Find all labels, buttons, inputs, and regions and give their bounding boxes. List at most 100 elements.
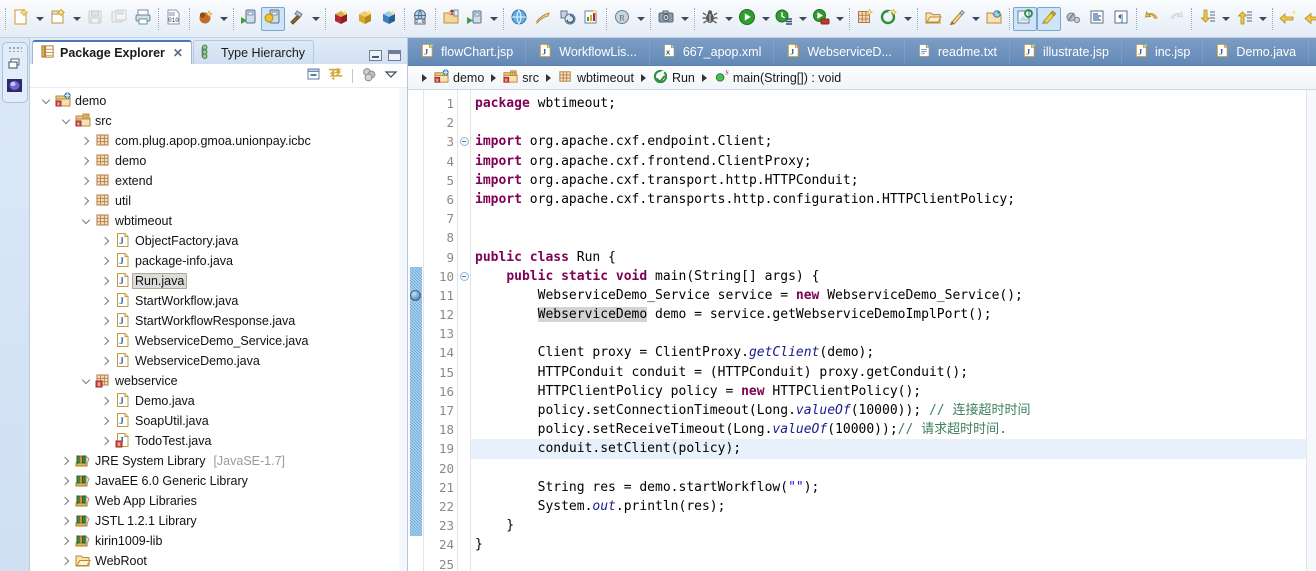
run-dropdown-arrow[interactable] xyxy=(759,7,772,31)
code-text[interactable]: package wbtimeout; import org.apache.cxf… xyxy=(471,90,1316,571)
fold-marker-slot[interactable] xyxy=(458,401,470,420)
editor-tab[interactable]: J WorkflowLis... xyxy=(526,38,650,65)
code-line[interactable]: import org.apache.cxf.transport.http.HTT… xyxy=(471,171,1316,190)
close-icon[interactable]: ✕ xyxy=(173,46,183,60)
code-line[interactable]: Client proxy = ClientProxy.getClient(dem… xyxy=(471,343,1316,362)
javadoc-button[interactable]: R xyxy=(610,7,634,31)
show-formatting-button[interactable]: ¶ xyxy=(1109,7,1133,31)
run-history-dropdown-arrow[interactable] xyxy=(796,7,809,31)
tree-item[interactable]: WebRoot xyxy=(30,551,407,571)
chevron-right-icon[interactable] xyxy=(98,331,114,351)
tree-item[interactable]: x src xyxy=(30,111,407,131)
code-line[interactable]: public static void main(String[] args) { xyxy=(471,267,1316,286)
fold-marker-slot[interactable] xyxy=(458,286,470,305)
tree-item[interactable]: J StartWorkflowResponse.java xyxy=(30,311,407,331)
run-history-button[interactable] xyxy=(772,7,796,31)
tree-item[interactable]: Jpackage-info.java xyxy=(30,251,407,271)
chevron-right-icon[interactable] xyxy=(78,171,94,191)
code-line[interactable]: } xyxy=(471,535,1316,554)
publish-button[interactable] xyxy=(531,7,555,31)
breadcrumb-item[interactable]: Smain(String[]) : void xyxy=(714,69,841,87)
fold-marker-slot[interactable] xyxy=(458,478,470,497)
view-menu-filters-button[interactable] xyxy=(361,66,377,85)
debug-dropdown-arrow[interactable] xyxy=(722,7,735,31)
import-project-button[interactable] xyxy=(439,7,463,31)
new-ant-build-button[interactable] xyxy=(193,7,217,31)
editor-tab[interactable]: x 667_apop.xml xyxy=(650,38,775,65)
tree-item[interactable]: J StartWorkflow.java xyxy=(30,291,407,311)
code-line[interactable]: } xyxy=(471,516,1316,535)
tree-item[interactable]: J SoapUtil.java xyxy=(30,411,407,431)
print-button[interactable] xyxy=(131,7,155,31)
chevron-right-icon[interactable] xyxy=(98,231,114,251)
tree-item[interactable]: Web App Libraries xyxy=(30,491,407,511)
folding-ruler[interactable] xyxy=(458,90,471,571)
code-line[interactable] xyxy=(471,209,1316,228)
new-java-class-dropdown-arrow[interactable] xyxy=(70,7,83,31)
tree-vertical-scrollbar[interactable] xyxy=(399,88,407,571)
web20-tools-button[interactable]: 2.0 xyxy=(408,7,432,31)
open-task-dropdown-arrow[interactable] xyxy=(969,7,982,31)
chevron-right-icon[interactable] xyxy=(98,311,114,331)
tree-item[interactable]: JavaEE 6.0 Generic Library xyxy=(30,471,407,491)
run-coverage-button[interactable] xyxy=(809,7,833,31)
open-task-button[interactable] xyxy=(945,7,969,31)
build-hammer-dropdown-arrow[interactable] xyxy=(309,7,322,31)
fold-marker-slot[interactable] xyxy=(458,420,470,439)
editor-tab[interactable]: J WebserviceD... xyxy=(774,38,905,65)
code-line[interactable]: String res = demo.startWorkflow(""); xyxy=(471,478,1316,497)
tree-item[interactable]: extend xyxy=(30,171,407,191)
code-line[interactable]: WebserviceDemo demo = service.getWebserv… xyxy=(471,305,1316,324)
tree-item[interactable]: x webservice xyxy=(30,371,407,391)
new-wizard-dropdown-arrow[interactable] xyxy=(33,7,46,31)
breadcrumb-item[interactable]: x demo xyxy=(434,68,484,87)
run-button[interactable] xyxy=(735,7,759,31)
editor-tab[interactable]: J Demo.java xyxy=(1203,38,1310,65)
refresh-server-button[interactable] xyxy=(555,7,579,31)
chevron-right-icon[interactable] xyxy=(78,151,94,171)
view-tab-package-explorer[interactable]: Package Explorer ✕ xyxy=(32,40,192,64)
fold-marker-slot[interactable] xyxy=(458,516,470,535)
fold-marker-slot[interactable] xyxy=(458,363,470,382)
code-line[interactable] xyxy=(471,459,1316,478)
collapse-all-button[interactable] xyxy=(306,66,322,85)
tree-item[interactable]: J WebserviceDemo_Service.java xyxy=(30,331,407,351)
code-line[interactable]: import org.apache.cxf.transports.http.co… xyxy=(471,190,1316,209)
chevron-right-icon[interactable] xyxy=(78,191,94,211)
code-line[interactable]: policy.setConnectionTimeout(Long.valueOf… xyxy=(471,401,1316,420)
new-annotation-button[interactable] xyxy=(877,7,901,31)
breadcrumb-item[interactable]: Run xyxy=(653,69,695,87)
link-with-editor-button[interactable] xyxy=(1013,6,1037,31)
chevron-right-icon[interactable] xyxy=(98,351,114,371)
tree-item[interactable]: wbtimeout xyxy=(30,211,407,231)
fold-collapse-icon[interactable] xyxy=(459,271,469,281)
tree-item[interactable]: J WebserviceDemo.java xyxy=(30,351,407,371)
tree-item[interactable]: demo xyxy=(30,151,407,171)
code-line[interactable] xyxy=(471,324,1316,343)
minimize-icon[interactable] xyxy=(369,50,382,61)
javadoc-dropdown-arrow[interactable] xyxy=(634,7,647,31)
save-button[interactable] xyxy=(83,7,107,31)
editor-tab[interactable]: readme.txt xyxy=(905,38,1010,65)
fold-marker-slot[interactable] xyxy=(458,535,470,554)
chevron-right-icon[interactable] xyxy=(58,511,74,531)
tree-item[interactable]: x demo xyxy=(30,91,407,111)
fold-marker-slot[interactable] xyxy=(458,132,470,151)
search-button[interactable] xyxy=(982,7,1006,31)
code-line[interactable] xyxy=(471,228,1316,247)
run-deploy-button[interactable] xyxy=(463,7,487,31)
next-annotation-button[interactable] xyxy=(1195,7,1219,31)
code-line[interactable]: WebserviceDemo_Service service = new Web… xyxy=(471,286,1316,305)
code-line[interactable]: HTTPConduit conduit = (HTTPConduit) prox… xyxy=(471,363,1316,382)
view-menu-button[interactable] xyxy=(383,66,399,85)
chevron-right-icon[interactable] xyxy=(58,551,74,571)
fold-marker-slot[interactable] xyxy=(458,343,470,362)
fold-collapse-icon[interactable] xyxy=(459,137,469,147)
debug-server-button[interactable] xyxy=(261,6,285,31)
tree-item[interactable]: Jx TodoTest.java xyxy=(30,431,407,451)
code-line[interactable]: System.out.println(res); xyxy=(471,497,1316,516)
next-annotation-dropdown-arrow[interactable] xyxy=(1219,7,1232,31)
tree-item[interactable]: kirin1009-lib xyxy=(30,531,407,551)
code-line[interactable]: import org.apache.cxf.endpoint.Client; xyxy=(471,132,1316,151)
chevron-right-icon[interactable] xyxy=(98,291,114,311)
